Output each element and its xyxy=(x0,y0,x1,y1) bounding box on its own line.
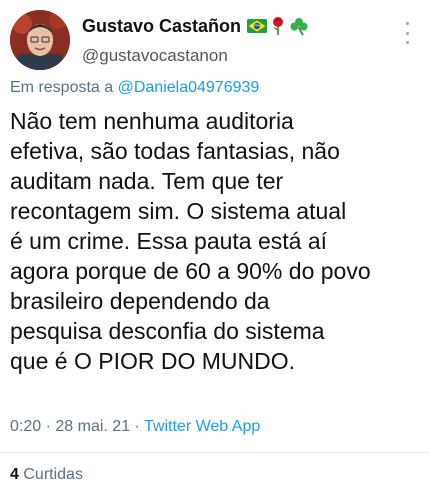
rose-icon xyxy=(273,17,284,35)
tweet-date[interactable]: 28 mai. 21 xyxy=(55,418,130,435)
meta-separator: · xyxy=(134,418,140,435)
reply-context: Em resposta a @Daniela04976939 xyxy=(10,79,259,97)
tweet-header: Gustavo Castañon @gustavocastanon xyxy=(10,10,419,70)
avatar[interactable] xyxy=(10,10,70,70)
more-options-icon[interactable] xyxy=(399,22,415,44)
tweet-meta: 0:20 · 28 mai. 21 · Twitter Web App xyxy=(10,418,260,436)
reply-mention-link[interactable]: @Daniela04976939 xyxy=(118,79,260,96)
tweet-text: Não tem nenhuma auditoria efetiva, são t… xyxy=(10,108,371,374)
name-emoji-badges xyxy=(247,16,309,36)
brazil-flag-icon xyxy=(247,19,268,33)
meta-separator: · xyxy=(45,418,51,435)
display-name[interactable]: Gustavo Castañon xyxy=(82,16,241,37)
reply-prefix: Em resposta a xyxy=(10,79,114,96)
shamrock-icon xyxy=(290,18,308,36)
tweet-source-link[interactable]: Twitter Web App xyxy=(144,418,260,435)
user-handle[interactable]: @gustavocastanon xyxy=(82,46,309,66)
likes-count: 4 xyxy=(10,466,19,483)
divider xyxy=(0,452,429,453)
likes-label: Curtidas xyxy=(23,466,83,483)
author-names: Gustavo Castañon @gustavocastanon xyxy=(82,12,309,66)
tweet-time[interactable]: 0:20 xyxy=(10,418,41,435)
likes-stat[interactable]: 4 Curtidas xyxy=(10,466,83,484)
